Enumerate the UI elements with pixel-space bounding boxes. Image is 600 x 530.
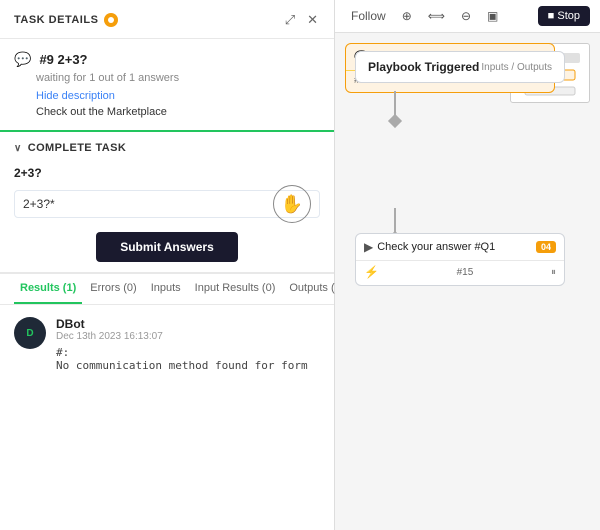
zoom-in-button[interactable]: ⊕ bbox=[396, 6, 418, 26]
result-date: Dec 13th 2023 16:13:07 bbox=[56, 331, 320, 342]
tab-inputs[interactable]: Inputs bbox=[145, 274, 187, 304]
task-number: #9 2+3? bbox=[39, 52, 87, 67]
flow-area: Playbook Triggered Inputs / Outputs 💬 2+… bbox=[345, 43, 500, 520]
results-area: D DBot Dec 13th 2023 16:13:07 #: No comm… bbox=[0, 305, 334, 530]
hide-description-link[interactable]: Hide description bbox=[36, 90, 320, 102]
playbook-trigger-node[interactable]: Playbook Triggered Inputs / Outputs bbox=[355, 51, 565, 83]
panel-header-actions: ⤢ ✕ bbox=[283, 10, 320, 30]
form-field-label: 2+3? bbox=[14, 166, 320, 180]
zoom-in-icon: ⊕ bbox=[402, 9, 412, 23]
live-badge bbox=[104, 13, 118, 27]
complete-task-label: COMPLETE TASK bbox=[28, 142, 127, 154]
close-button[interactable]: ✕ bbox=[305, 10, 320, 30]
right-panel: Follow ⊕ ⟺ ⊖ ▣ ■ Stop bbox=[335, 0, 600, 530]
task-chat-icon: 💬 bbox=[14, 51, 31, 68]
panel-header-left: TASK DETAILS bbox=[14, 13, 118, 27]
task-form: 2+3? ✋ Submit Answers bbox=[14, 166, 320, 262]
result-sender-name: DBot bbox=[56, 317, 320, 331]
chevron-down-icon: ∨ bbox=[14, 143, 22, 154]
check-node-title: Check your answer #Q1 bbox=[377, 241, 495, 253]
stop-button[interactable]: ■ Stop bbox=[538, 6, 590, 26]
left-panel: TASK DETAILS ⤢ ✕ 💬 #9 2+3? waiting for 1… bbox=[0, 0, 335, 530]
task-section: 💬 #9 2+3? waiting for 1 out of 1 answers… bbox=[0, 39, 334, 132]
result-hash: #: bbox=[56, 346, 320, 359]
task-answer-input[interactable] bbox=[23, 197, 311, 211]
task-description-text: Check out the Marketplace bbox=[36, 106, 320, 118]
flash-icon: ⚡ bbox=[364, 265, 379, 279]
tab-results[interactable]: Results (1) bbox=[14, 274, 82, 304]
check-node-badge: 04 bbox=[536, 241, 556, 253]
task-waiting-text: waiting for 1 out of 1 answers bbox=[36, 72, 320, 84]
tab-input-results[interactable]: Input Results (0) bbox=[189, 274, 282, 304]
result-item: D DBot Dec 13th 2023 16:13:07 #: No comm… bbox=[14, 317, 320, 372]
hand-icon-circle: ✋ bbox=[273, 185, 311, 223]
playbook-container: Playbook Triggered Inputs / Outputs 💬 2+… bbox=[345, 43, 590, 520]
check-node-arrow-icon: ▶ bbox=[364, 240, 373, 254]
canvas-toolbar: Follow ⊕ ⟺ ⊖ ▣ ■ Stop bbox=[335, 0, 600, 33]
zoom-out-icon: ⊖ bbox=[461, 9, 471, 23]
check-node-pause-icon: ⏸ bbox=[551, 267, 556, 278]
playbook-trigger-label: Playbook Triggered bbox=[368, 60, 479, 74]
avatar: D bbox=[14, 317, 46, 349]
result-message: No communication method found for form bbox=[56, 359, 320, 372]
form-field-row: ✋ bbox=[14, 190, 320, 218]
check-node[interactable]: ▶ Check your answer #Q1 04 ⚡ #15 ⏸ bbox=[355, 233, 565, 286]
check-node-footer: ⚡ #15 ⏸ bbox=[356, 260, 564, 285]
follow-button[interactable]: Follow bbox=[345, 6, 392, 26]
task-header: 💬 #9 2+3? bbox=[14, 51, 320, 68]
results-tabs: Results (1) Errors (0) Inputs Input Resu… bbox=[0, 273, 334, 305]
image-button[interactable]: ▣ bbox=[481, 6, 504, 26]
submit-answers-button[interactable]: Submit Answers bbox=[96, 232, 238, 262]
check-node-header: ▶ Check your answer #Q1 04 bbox=[356, 234, 564, 260]
result-content: DBot Dec 13th 2023 16:13:07 #: No commun… bbox=[56, 317, 320, 372]
complete-task-header[interactable]: ∨ COMPLETE TASK bbox=[14, 142, 320, 154]
fit-screen-button[interactable]: ⟺ bbox=[422, 6, 451, 26]
diamond-connector-1 bbox=[388, 114, 402, 128]
live-dot bbox=[108, 17, 114, 23]
fit-icon: ⟺ bbox=[428, 9, 445, 23]
panel-header: TASK DETAILS ⤢ ✕ bbox=[0, 0, 334, 39]
hand-icon: ✋ bbox=[281, 194, 303, 215]
tab-errors[interactable]: Errors (0) bbox=[84, 274, 142, 304]
check-node-left: ▶ Check your answer #Q1 bbox=[364, 240, 495, 254]
expand-button[interactable]: ⤢ bbox=[283, 10, 297, 30]
panel-title: TASK DETAILS bbox=[14, 14, 98, 26]
canvas-area[interactable]: Playbook Triggered Inputs / Outputs 💬 2+… bbox=[335, 33, 600, 530]
image-icon: ▣ bbox=[487, 9, 498, 23]
check-node-number: #15 bbox=[457, 267, 474, 278]
inputs-outputs-label: Inputs / Outputs bbox=[481, 62, 552, 73]
avatar-label: D bbox=[26, 328, 33, 339]
complete-task-section: ∨ COMPLETE TASK 2+3? ✋ Submit Answers bbox=[0, 132, 334, 273]
zoom-out-button[interactable]: ⊖ bbox=[455, 6, 477, 26]
